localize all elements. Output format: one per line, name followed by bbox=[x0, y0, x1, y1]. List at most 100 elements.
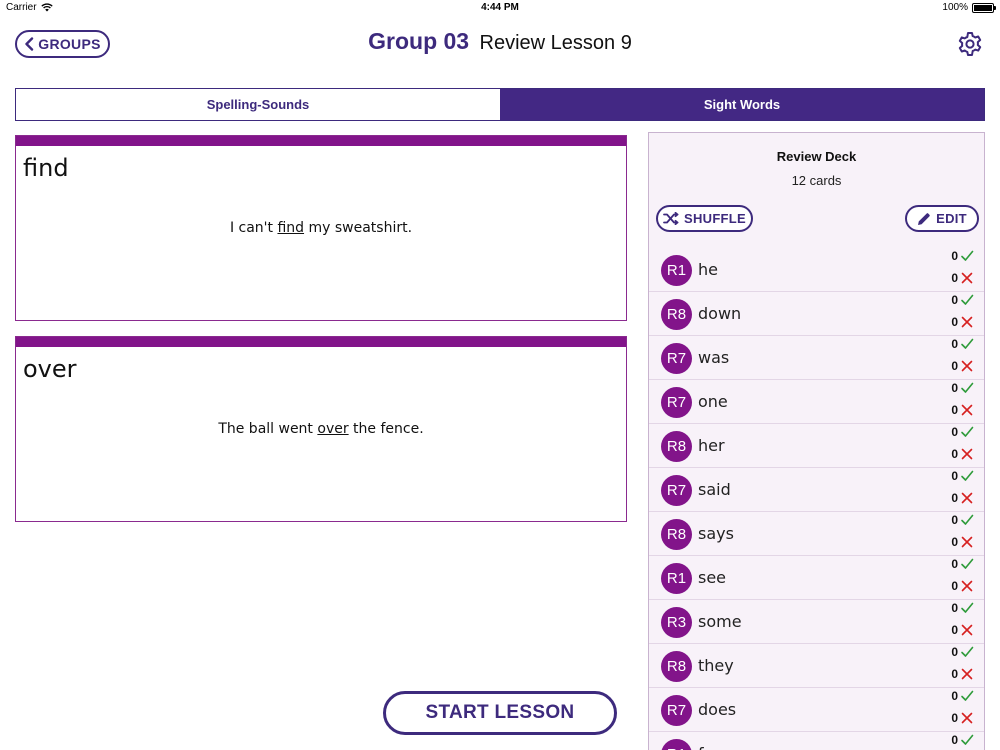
correct-score: 0 bbox=[951, 469, 974, 483]
card-word: find bbox=[23, 154, 69, 182]
deck-list-item[interactable]: R7 one 0 0 bbox=[649, 380, 984, 424]
deck-word: he bbox=[698, 260, 718, 279]
cross-icon bbox=[961, 316, 973, 328]
incorrect-score: 0 bbox=[951, 491, 974, 505]
correct-count: 0 bbox=[951, 601, 958, 615]
incorrect-count: 0 bbox=[951, 535, 958, 549]
deck-word: some bbox=[698, 612, 742, 631]
cross-icon bbox=[961, 492, 973, 504]
deck-word: fr bbox=[698, 744, 710, 750]
sentence-start: The ball went bbox=[218, 421, 318, 437]
incorrect-score: 0 bbox=[951, 667, 974, 681]
incorrect-score: 0 bbox=[951, 711, 974, 725]
app-window: Carrier 4:44 PM 100% GROUPS Group 03 Rev… bbox=[0, 0, 1000, 750]
incorrect-count: 0 bbox=[951, 491, 958, 505]
correct-score: 0 bbox=[951, 733, 974, 747]
deck-word: was bbox=[698, 348, 730, 367]
correct-count: 0 bbox=[951, 733, 958, 747]
deck-list-item[interactable]: R7 does 0 0 bbox=[649, 688, 984, 732]
word-card[interactable]: find I can't find my sweatshirt. bbox=[15, 135, 627, 321]
deck-list-item[interactable]: R8 down 0 0 bbox=[649, 292, 984, 336]
deck-word: said bbox=[698, 480, 731, 499]
correct-score: 0 bbox=[951, 381, 974, 395]
deck-list-item[interactable]: R1fr00 bbox=[649, 732, 984, 750]
sentence-start: I can't bbox=[229, 220, 278, 236]
shuffle-label: SHUFFLE bbox=[683, 211, 747, 226]
deck-list-item[interactable]: R8 they 0 0 bbox=[649, 644, 984, 688]
page-title: Group 03 Review Lesson 9 bbox=[0, 28, 1000, 55]
correct-count: 0 bbox=[951, 557, 958, 571]
correct-score: 0 bbox=[951, 689, 974, 703]
status-bar: Carrier 4:44 PM 100% bbox=[0, 0, 1000, 16]
correct-score: 0 bbox=[951, 425, 974, 439]
review-deck-list: R1 he 0 0 R8 down 0 0 R7 was 0 0 R7 one 0 0 R8 her 0 0 R7 sai… bbox=[649, 248, 984, 750]
lesson-badge: R8 bbox=[661, 299, 692, 330]
lesson-badge: R8 bbox=[661, 519, 692, 550]
sentence-target-word: over bbox=[317, 421, 349, 437]
correct-count: 0 bbox=[951, 689, 958, 703]
deck-word: her bbox=[698, 436, 725, 455]
card-header-bar bbox=[16, 136, 626, 146]
deck-list-item[interactable]: R8 says 0 0 bbox=[649, 512, 984, 556]
incorrect-count: 0 bbox=[951, 403, 958, 417]
correct-score: 0 bbox=[951, 513, 974, 527]
edit-label: EDIT bbox=[936, 211, 967, 226]
tab-bar: Spelling-Sounds Sight Words bbox=[15, 88, 985, 121]
check-icon bbox=[961, 646, 974, 657]
start-lesson-button[interactable]: START LESSON bbox=[383, 691, 617, 735]
lesson-badge: R1 bbox=[661, 255, 692, 286]
incorrect-score: 0 bbox=[951, 315, 974, 329]
deck-list-item[interactable]: R7 was 0 0 bbox=[649, 336, 984, 380]
correct-score: 0 bbox=[951, 601, 974, 615]
deck-list-item[interactable]: R8 her 0 0 bbox=[649, 424, 984, 468]
correct-count: 0 bbox=[951, 469, 958, 483]
deck-list-item[interactable]: R7 said 0 0 bbox=[649, 468, 984, 512]
correct-score: 0 bbox=[951, 557, 974, 571]
incorrect-count: 0 bbox=[951, 579, 958, 593]
shuffle-button[interactable]: SHUFFLE bbox=[656, 205, 753, 232]
incorrect-score: 0 bbox=[951, 447, 974, 461]
cross-icon bbox=[961, 272, 973, 284]
incorrect-count: 0 bbox=[951, 315, 958, 329]
lesson-badge: R8 bbox=[661, 651, 692, 682]
tab-spelling-sounds[interactable]: Spelling-Sounds bbox=[16, 89, 500, 120]
gear-icon[interactable] bbox=[957, 31, 983, 57]
review-deck-panel: Review Deck 12 cards SHUFFLE EDIT R1 he 0 0… bbox=[648, 132, 985, 750]
check-icon bbox=[961, 294, 974, 305]
battery-percent: 100% bbox=[942, 2, 968, 13]
lesson-badge: R7 bbox=[661, 343, 692, 374]
check-icon bbox=[961, 250, 974, 261]
deck-word: down bbox=[698, 304, 742, 323]
cross-icon bbox=[961, 536, 973, 548]
edit-button[interactable]: EDIT bbox=[905, 205, 979, 232]
correct-score: 0 bbox=[951, 337, 974, 351]
correct-score: 0 bbox=[951, 249, 974, 263]
card-word: over bbox=[23, 355, 77, 383]
correct-count: 0 bbox=[951, 337, 958, 351]
incorrect-count: 0 bbox=[951, 711, 958, 725]
word-card[interactable]: over The ball went over the fence. bbox=[15, 336, 627, 522]
incorrect-count: 0 bbox=[951, 271, 958, 285]
lesson-badge: R1 bbox=[661, 563, 692, 594]
incorrect-count: 0 bbox=[951, 447, 958, 461]
deck-word: they bbox=[698, 656, 734, 675]
lesson-badge: R8 bbox=[661, 431, 692, 462]
shuffle-icon bbox=[663, 212, 679, 225]
deck-list-item[interactable]: R1 see 0 0 bbox=[649, 556, 984, 600]
check-icon bbox=[961, 602, 974, 613]
correct-count: 0 bbox=[951, 645, 958, 659]
deck-list-item[interactable]: R3 some 0 0 bbox=[649, 600, 984, 644]
correct-count: 0 bbox=[951, 513, 958, 527]
deck-word: one bbox=[698, 392, 728, 411]
review-deck-count: 12 cards bbox=[791, 173, 842, 188]
lesson-badge: R7 bbox=[661, 387, 692, 418]
lesson-badge: R3 bbox=[661, 607, 692, 638]
tab-sight-words[interactable]: Sight Words bbox=[500, 89, 984, 120]
cross-icon bbox=[961, 624, 973, 636]
correct-count: 0 bbox=[951, 293, 958, 307]
sentence-end: the fence. bbox=[348, 421, 424, 437]
sentence-end: my sweatshirt. bbox=[304, 220, 413, 236]
incorrect-score: 0 bbox=[951, 271, 974, 285]
battery-fill bbox=[974, 4, 992, 11]
deck-list-item[interactable]: R1 he 0 0 bbox=[649, 248, 984, 292]
